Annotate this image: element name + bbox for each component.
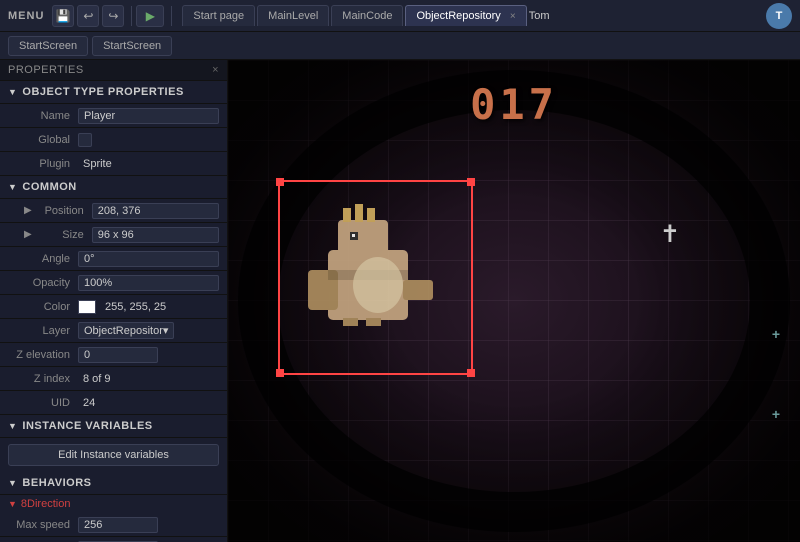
section-label: OBJECT TYPE PROPERTIES — [22, 86, 183, 98]
layer-label: Layer — [8, 325, 78, 337]
size-label: Size — [36, 229, 92, 241]
common-arrow-icon: ▼ — [8, 182, 17, 192]
behaviors-label: BEHAVIORS — [22, 477, 91, 489]
edit-instance-variables-button[interactable]: Edit Instance variables — [8, 444, 219, 466]
toolbar-separator — [131, 6, 132, 26]
max-speed-value[interactable]: 256 — [78, 517, 158, 533]
prop-color-row: Color 255, 255, 25 — [0, 295, 227, 319]
behaviors-arrow-icon: ▼ — [8, 478, 17, 488]
name-value[interactable]: Player — [78, 108, 219, 124]
save-button[interactable]: 💾 — [52, 5, 74, 27]
selection-handle-tr[interactable] — [467, 178, 475, 186]
layer-select[interactable]: ObjectRepositor ▾ — [78, 322, 174, 339]
prop-max-speed-row: Max speed 256 — [0, 513, 227, 537]
tab-start-page[interactable]: Start page — [182, 5, 255, 26]
prop-z-index-row: Z index 8 of 9 — [0, 367, 227, 391]
tab-object-repository[interactable]: ObjectRepository × — [405, 5, 526, 26]
prop-global-row: Global — [0, 128, 227, 152]
game-scene: 017 ✝ + + — [228, 60, 800, 542]
angle-label: Angle — [8, 253, 78, 265]
panel-close-button[interactable]: × — [212, 64, 219, 76]
behavior-expand-icon: ▼ — [8, 499, 17, 509]
selection-handle-tl[interactable] — [276, 178, 284, 186]
top-bar: MENU 💾 ↩ ↪ ▶ Start page MainLevel MainCo… — [0, 0, 800, 32]
position-value[interactable]: 208, 376 — [92, 203, 219, 219]
uid-value: 24 — [78, 396, 219, 410]
behavior-8direction[interactable]: ▼ 8Direction — [0, 495, 227, 513]
panel-header: PROPERTIES × — [0, 60, 227, 81]
global-checkbox[interactable] — [78, 133, 92, 147]
play-button[interactable]: ▶ — [136, 5, 164, 27]
section-arrow-icon: ▼ — [8, 87, 17, 97]
prop-opacity-row: Opacity 100% — [0, 271, 227, 295]
section-common[interactable]: ▼ COMMON — [0, 176, 227, 199]
prop-plugin-row: Plugin Sprite — [0, 152, 227, 176]
common-label: COMMON — [22, 181, 76, 193]
selection-handle-br[interactable] — [467, 369, 475, 377]
prop-z-elevation-row: Z elevation 0 — [0, 343, 227, 367]
main-tabs: Start page MainLevel MainCode ObjectRepo… — [182, 5, 528, 26]
z-index-label: Z index — [8, 373, 78, 385]
global-label: Global — [8, 134, 78, 146]
section-behaviors[interactable]: ▼ BEHAVIORS — [0, 472, 227, 495]
canvas-area[interactable]: 017 ✝ + + — [228, 60, 800, 542]
toolbar-separator-2 — [171, 6, 172, 26]
opacity-value[interactable]: 100% — [78, 275, 219, 291]
plugin-value: Sprite — [78, 157, 219, 171]
properties-panel: PROPERTIES × ▼ OBJECT TYPE PROPERTIES Na… — [0, 60, 228, 542]
size-value[interactable]: 96 x 96 — [92, 227, 219, 243]
color-label: Color — [8, 301, 78, 313]
z-index-value: 8 of 9 — [78, 372, 219, 386]
prop-uid-row: UID 24 — [0, 391, 227, 415]
layer-select-value: ObjectRepositor — [84, 325, 163, 337]
user-avatar[interactable]: T — [766, 3, 792, 29]
undo-button[interactable]: ↩ — [77, 5, 99, 27]
instance-label: INSTANCE VARIABLES — [22, 420, 152, 432]
prop-position-row: ▶ Position 208, 376 — [0, 199, 227, 223]
redo-button[interactable]: ↪ — [102, 5, 124, 27]
z-elevation-value[interactable]: 0 — [78, 347, 158, 363]
sub-tab-row: StartScreen StartScreen — [0, 32, 800, 60]
section-instance-variables[interactable]: ▼ INSTANCE VARIABLES — [0, 415, 227, 438]
score-display: 017 — [470, 80, 558, 129]
section-object-type[interactable]: ▼ OBJECT TYPE PROPERTIES — [0, 81, 227, 104]
instance-arrow-icon: ▼ — [8, 421, 17, 431]
z-elevation-label: Z elevation — [8, 349, 78, 361]
panel-title: PROPERTIES — [8, 64, 84, 76]
user-name-label: Tom — [529, 10, 550, 22]
name-label: Name — [8, 110, 78, 122]
max-speed-label: Max speed — [8, 519, 78, 531]
plus-marker-2: + — [772, 326, 780, 342]
prop-size-row: ▶ Size 96 x 96 — [0, 223, 227, 247]
sub-tab-start-screen-2[interactable]: StartScreen — [92, 36, 172, 56]
layer-chevron-icon: ▾ — [163, 324, 169, 337]
position-expand-icon[interactable]: ▶ — [24, 205, 32, 216]
angle-value[interactable]: 0° — [78, 251, 219, 267]
prop-acceleration-row: Acceleration 1024 — [0, 537, 227, 542]
size-expand-icon[interactable]: ▶ — [24, 229, 32, 240]
selection-handle-bl[interactable] — [276, 369, 284, 377]
color-value: 255, 255, 25 — [100, 300, 219, 314]
prop-layer-row: Layer ObjectRepositor ▾ — [0, 319, 227, 343]
close-tab-icon[interactable]: × — [510, 11, 516, 22]
tab-main-code[interactable]: MainCode — [331, 5, 403, 26]
main-area: PROPERTIES × ▼ OBJECT TYPE PROPERTIES Na… — [0, 60, 800, 542]
behavior-name: 8Direction — [21, 498, 71, 510]
opacity-label: Opacity — [8, 277, 78, 289]
plus-marker-1: + — [772, 406, 780, 422]
plugin-label: Plugin — [8, 158, 78, 170]
position-label: Position — [36, 205, 92, 217]
selection-box[interactable] — [278, 180, 473, 375]
color-swatch[interactable] — [78, 300, 96, 314]
tab-main-level[interactable]: MainLevel — [257, 5, 329, 26]
menu-button[interactable]: MENU — [8, 10, 44, 22]
prop-angle-row: Angle 0° — [0, 247, 227, 271]
sub-tab-start-screen-1[interactable]: StartScreen — [8, 36, 88, 56]
cross-decoration: ✝ — [660, 220, 680, 249]
prop-name-row: Name Player — [0, 104, 227, 128]
uid-label: UID — [8, 397, 78, 409]
